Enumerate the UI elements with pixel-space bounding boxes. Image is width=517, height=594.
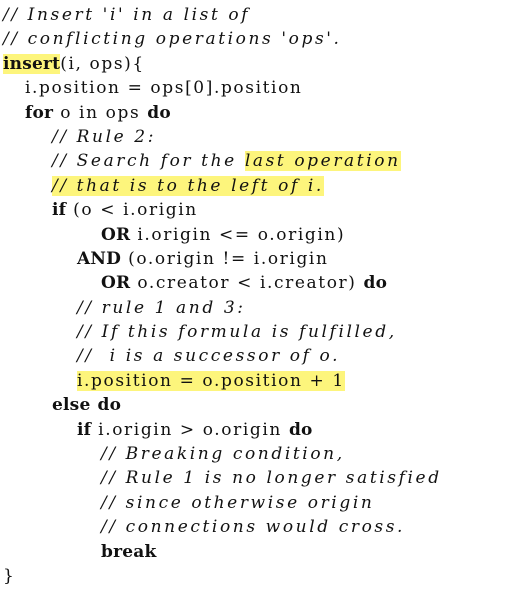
code-text: o in ops	[53, 102, 148, 123]
code-line: // rule 1 and 3:	[0, 296, 517, 320]
keyword: AND	[77, 248, 122, 269]
code-text-highlighted: i.position = o.position + 1	[77, 370, 345, 391]
code-text: i.origin <= o.origin)	[130, 224, 346, 245]
keyword: OR	[101, 273, 131, 294]
keyword: if	[77, 419, 92, 440]
code-line: i.position = o.position + 1	[0, 369, 517, 393]
code-line: // Rule 1 is no longer satisfied	[0, 466, 517, 490]
code-line: // connections would cross.	[0, 515, 517, 539]
comment: // If this formula is fulfilled,	[77, 322, 397, 343]
code-text: (i, ops){	[60, 53, 145, 74]
code-text: i.position = ops[0].position	[25, 78, 303, 99]
code-line: i.position = ops[0].position	[0, 76, 517, 100]
code-line: for o in ops do	[0, 101, 517, 125]
code-line: else do	[0, 393, 517, 417]
comment-highlighted: // that is to the left of i.	[52, 175, 324, 196]
code-text: o.creator < i.creator)	[130, 273, 364, 294]
comment: // conflicting operations 'ops'.	[3, 29, 342, 50]
code-line: }	[0, 564, 517, 588]
comment: // Breaking condition,	[101, 444, 345, 465]
code-line: insert(i, ops){	[0, 52, 517, 76]
code-line: // conflicting operations 'ops'.	[0, 27, 517, 51]
code-line: break	[0, 540, 517, 564]
code-line: // If this formula is fulfilled,	[0, 320, 517, 344]
keyword: for	[25, 102, 54, 123]
comment: // Rule 2:	[52, 126, 157, 147]
code-text: (o < i.origin	[66, 200, 198, 221]
code-line: // that is to the left of i.	[0, 174, 517, 198]
code-text: }	[3, 565, 16, 586]
code-line: // Rule 2:	[0, 125, 517, 149]
code-text: (o.origin != i.origin	[121, 248, 329, 269]
keyword: do	[288, 419, 313, 440]
comment: // connections would cross.	[101, 517, 406, 538]
comment: // Rule 1 is no longer satisfied	[101, 468, 442, 489]
code-line: // Search for the last operation	[0, 149, 517, 173]
keyword-highlighted: insert	[3, 53, 61, 74]
code-line: if (o < i.origin	[0, 198, 517, 222]
keyword: do	[363, 273, 388, 294]
code-line: AND (o.origin != i.origin	[0, 247, 517, 271]
code-line: OR o.creator < i.creator) do	[0, 271, 517, 295]
keyword: do	[147, 102, 171, 123]
comment: // Search for the	[52, 151, 245, 172]
comment: // Insert 'i' in a list of	[3, 5, 251, 25]
keyword: OR	[101, 224, 131, 245]
keyword: else	[52, 395, 91, 416]
code-line: // i is a successor of o.	[0, 344, 517, 368]
comment-highlighted: last operation	[244, 151, 401, 172]
code-line: // since otherwise origin	[0, 491, 517, 515]
keyword: do	[97, 395, 122, 416]
code-listing: // Insert 'i' in a list of // conflicting…	[0, 3, 517, 588]
code-line: // Breaking condition,	[0, 442, 517, 466]
comment: // since otherwise origin	[101, 492, 375, 513]
keyword: if	[52, 200, 67, 221]
comment: // rule 1 and 3:	[77, 297, 246, 318]
code-line: // Insert 'i' in a list of	[0, 3, 517, 27]
code-text: i.origin > o.origin	[91, 419, 289, 440]
comment: // i is a successor of o.	[77, 346, 341, 367]
code-line: OR i.origin <= o.origin)	[0, 223, 517, 247]
keyword: break	[101, 541, 157, 562]
code-line: if i.origin > o.origin do	[0, 418, 517, 442]
